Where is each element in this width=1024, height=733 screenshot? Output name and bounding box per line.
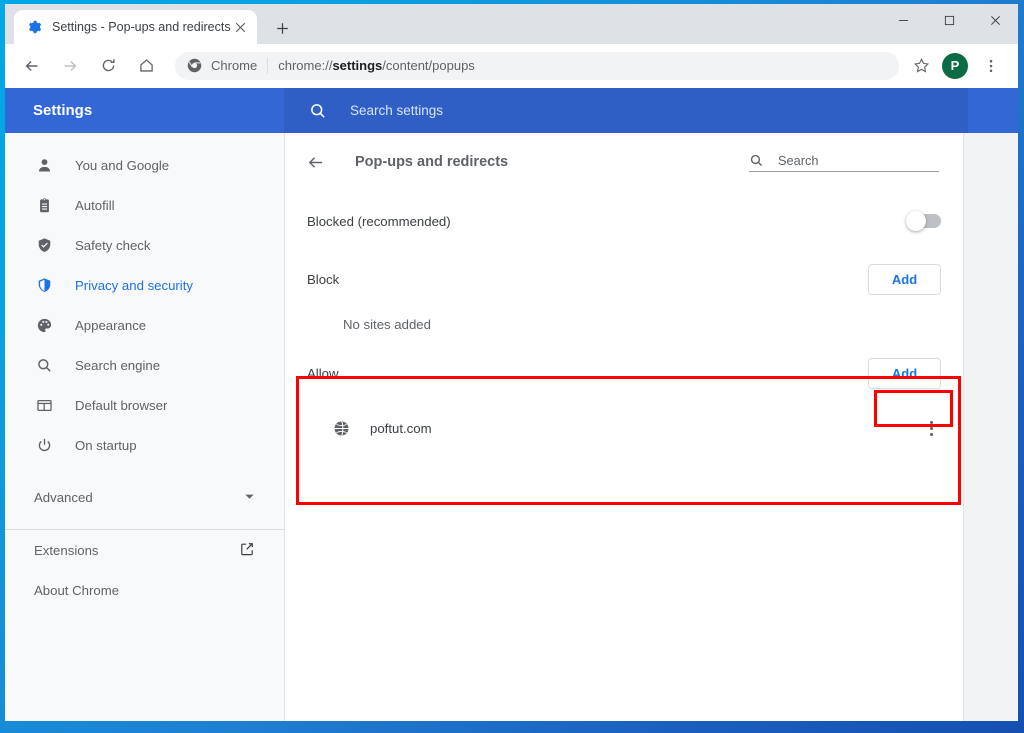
sidebar-item-label: Default browser (75, 397, 168, 413)
reload-button[interactable] (94, 52, 122, 80)
allow-site-host: poftut.com (370, 420, 432, 436)
tab-title: Settings - Pop-ups and redirects (52, 20, 231, 34)
allow-add-button[interactable]: Add (868, 357, 941, 389)
allow-site-row[interactable]: poftut.com (285, 405, 963, 451)
content-page-header: Pop-ups and redirects Search (285, 133, 963, 191)
settings-main: Pop-ups and redirects Search Blocked (re… (284, 133, 1018, 721)
close-window-button[interactable] (972, 4, 1018, 36)
new-tab-button[interactable] (269, 15, 295, 41)
omnibox-divider (267, 57, 269, 74)
block-add-button[interactable]: Add (868, 263, 941, 295)
power-icon (34, 435, 54, 455)
page-title: Pop-ups and redirects (355, 154, 509, 170)
sidebar-item-label: Extensions (34, 542, 99, 558)
sidebar-item-label: About Chrome (34, 582, 120, 598)
sidebar-item-label: Search engine (75, 357, 161, 373)
blocked-toggle[interactable] (906, 211, 941, 231)
sidebar-item-autofill[interactable]: Autofill (5, 185, 284, 225)
blocked-setting-label: Blocked (recommended) (307, 213, 451, 229)
sidebar-item-safety-check[interactable]: Safety check (5, 225, 284, 265)
browser-toolbar: Chrome chrome://settings/content/popups … (5, 44, 1018, 88)
address-bar[interactable]: Chrome chrome://settings/content/popups (175, 51, 899, 80)
chrome-menu-icon[interactable] (977, 52, 1005, 80)
sidebar-item-about-chrome[interactable]: About Chrome (5, 570, 284, 610)
bookmark-star-icon[interactable] (907, 52, 935, 80)
settings-gear-icon (26, 19, 42, 35)
allow-section-header: Allow Add (285, 341, 963, 405)
forward-button[interactable] (56, 52, 84, 80)
blocked-setting-row[interactable]: Blocked (recommended) (285, 191, 963, 251)
window-controls (880, 4, 1018, 36)
settings-search-input[interactable]: Search settings (284, 88, 968, 133)
content-search-input[interactable]: Search (749, 153, 939, 172)
avatar[interactable]: P (942, 52, 968, 79)
sidebar-item-label: Appearance (75, 317, 147, 333)
external-link-icon (239, 541, 255, 560)
sidebar-item-label: On startup (75, 437, 137, 453)
back-button[interactable] (18, 52, 46, 80)
settings-search-placeholder: Search settings (350, 103, 444, 118)
block-section-header: Block Add (285, 251, 963, 307)
block-section-label: Block (307, 271, 340, 287)
clipboard-icon (34, 195, 54, 215)
shield-check-icon (34, 235, 54, 255)
maximize-button[interactable] (926, 4, 972, 36)
search-icon (309, 102, 327, 120)
close-icon[interactable] (231, 18, 249, 36)
search-icon (749, 153, 764, 168)
chrome-logo-icon (187, 58, 203, 74)
sidebar-item-label: You and Google (75, 157, 170, 173)
settings-sidebar: You and Google Autofill Safety check Pri… (5, 133, 284, 721)
browser-window-icon (34, 395, 54, 415)
sidebar-advanced-label: Advanced (34, 489, 93, 505)
settings-body: You and Google Autofill Safety check Pri… (5, 133, 1018, 721)
sidebar-item-label: Safety check (75, 237, 151, 253)
content-search-placeholder: Search (778, 152, 819, 168)
chevron-down-icon (244, 490, 255, 505)
sidebar-item-appearance[interactable]: Appearance (5, 305, 284, 345)
back-arrow-icon[interactable] (303, 150, 327, 174)
sidebar-item-extensions[interactable]: Extensions (5, 530, 284, 570)
sidebar-item-advanced[interactable]: Advanced (5, 477, 284, 517)
palette-icon (34, 315, 54, 335)
block-empty-text: No sites added (343, 316, 431, 332)
sidebar-item-you-and-google[interactable]: You and Google (5, 145, 284, 185)
minimize-button[interactable] (880, 4, 926, 36)
sidebar-item-default-browser[interactable]: Default browser (5, 385, 284, 425)
settings-app-title: Settings (5, 88, 284, 133)
person-icon (34, 155, 54, 175)
browser-window: Settings - Pop-ups and redirects Chrome … (5, 4, 1018, 721)
sidebar-item-privacy-and-security[interactable]: Privacy and security (5, 265, 284, 305)
home-button[interactable] (132, 52, 160, 80)
sidebar-item-search-engine[interactable]: Search engine (5, 345, 284, 385)
kebab-menu-icon[interactable] (921, 418, 941, 438)
shield-icon (34, 275, 54, 295)
allow-section-label: Allow (307, 365, 339, 381)
settings-header: Settings Search settings (5, 88, 1018, 133)
globe-icon (333, 420, 350, 437)
sidebar-item-label: Privacy and security (75, 277, 193, 293)
tab-strip: Settings - Pop-ups and redirects (5, 4, 1018, 44)
sidebar-item-on-startup[interactable]: On startup (5, 425, 284, 465)
security-chip-label: Chrome (211, 58, 258, 73)
magnifier-icon (34, 355, 54, 375)
settings-content-card: Pop-ups and redirects Search Blocked (re… (284, 133, 964, 721)
address-bar-url: chrome://settings/content/popups (278, 58, 475, 73)
toggle-knob (906, 211, 926, 231)
browser-tab[interactable]: Settings - Pop-ups and redirects (14, 10, 257, 44)
sidebar-item-label: Autofill (75, 197, 115, 213)
